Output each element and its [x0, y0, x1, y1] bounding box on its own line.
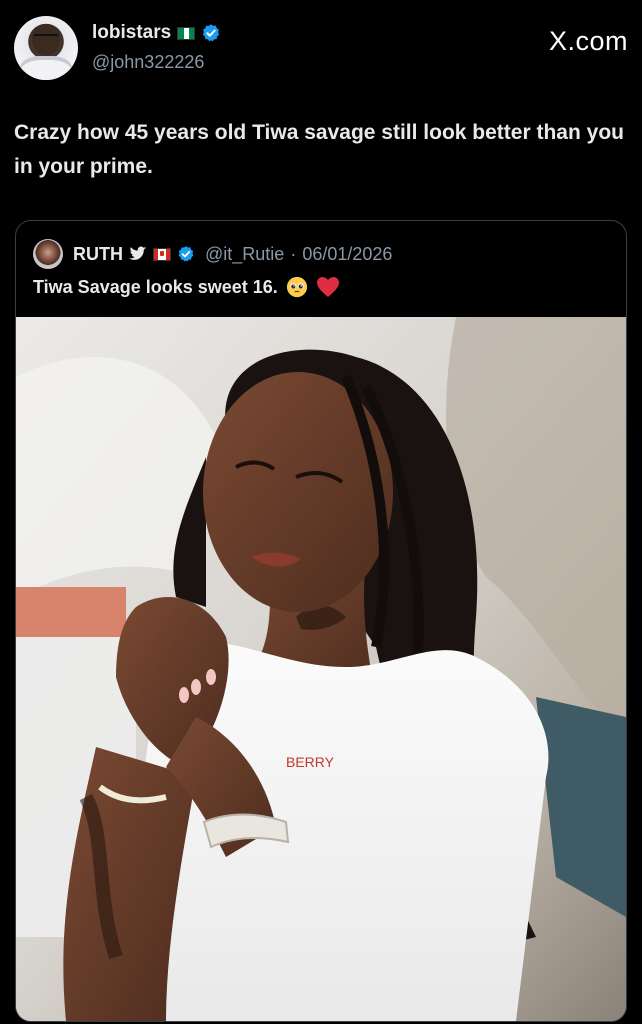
verified-badge-icon: [178, 246, 194, 262]
nigeria-flag-icon: [177, 26, 196, 40]
avatar-glasses: [33, 34, 59, 42]
tweet-text: Crazy how 45 years old Tiwa savage still…: [14, 121, 624, 178]
quoted-author-avatar[interactable]: [33, 239, 63, 269]
author-handle[interactable]: @john322226: [92, 52, 204, 73]
verified-badge-icon: [203, 24, 220, 42]
quoted-tweet-date[interactable]: 06/01/2026: [302, 244, 392, 265]
author-name-row: lobistars: [92, 22, 221, 44]
x-com-brand-label: X.com: [548, 26, 628, 56]
photo-illustration: BERRY: [16, 317, 626, 1021]
red-heart-emoji: [316, 277, 339, 297]
bird-icon: [129, 246, 147, 260]
avatar-shirt: [20, 56, 72, 80]
quoted-tweet-photo[interactable]: BERRY: [16, 317, 626, 1021]
quoted-author-handle[interactable]: @it_Rutie: [205, 244, 284, 265]
meta-separator: ·: [290, 243, 297, 264]
canada-flag-icon: [153, 247, 171, 261]
tweet-header: lobistars @john322226 X.com: [14, 16, 628, 82]
shirt-logo-text: BERRY: [286, 754, 335, 770]
author-avatar[interactable]: [14, 16, 78, 80]
quoted-tweet-card[interactable]: RUTH @it_Rutie · 06/01/2026 Tiwa Savage …: [15, 220, 627, 1022]
quoted-tweet-text: Tiwa Savage looks sweet 16.: [33, 276, 278, 297]
author-display-name[interactable]: lobistars: [92, 22, 171, 44]
quoted-tweet-text-row: Tiwa Savage looks sweet 16.: [33, 276, 340, 298]
quoted-author-display-name[interactable]: RUTH: [73, 244, 123, 265]
quoted-tweet-header: RUTH @it_Rutie · 06/01/2026: [33, 239, 392, 269]
pleading-face-emoji: [286, 276, 307, 298]
